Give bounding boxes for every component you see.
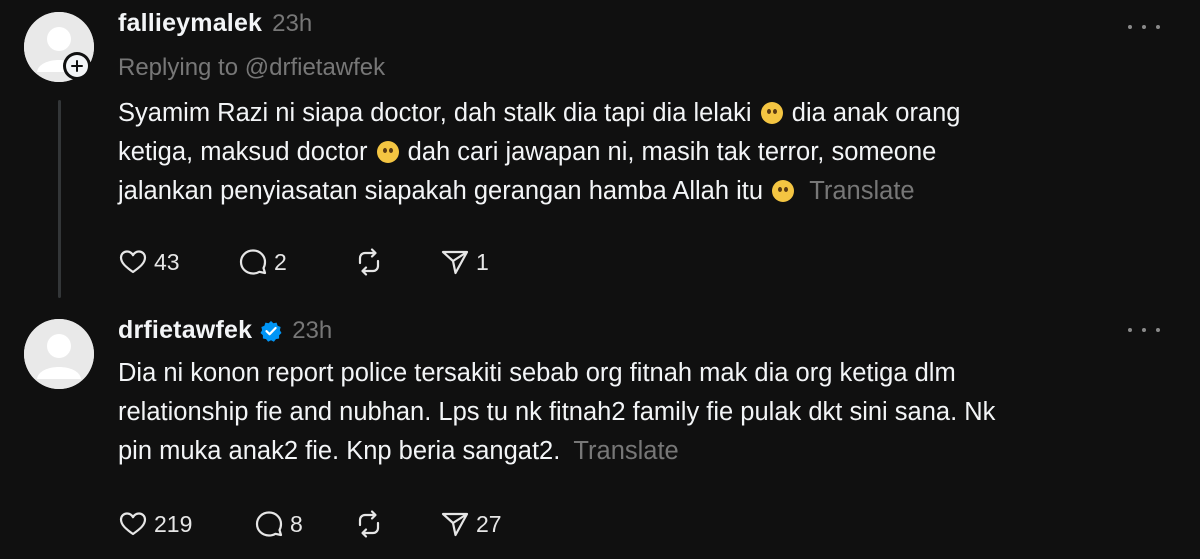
action-bar: 219 8 27 [118,506,530,542]
timestamp[interactable]: 23h [292,317,332,345]
post-text-line: Dia ni konon report police tersakiti seb… [118,359,956,387]
repost-button[interactable] [354,506,440,542]
post-text-segment: ketiga, maksud doctor [118,138,368,166]
post-header: fallieymalek 23h [118,9,312,38]
translate-link[interactable]: Translate [573,437,678,465]
repost-icon [358,510,380,538]
share-button[interactable]: 27 [440,506,530,542]
translate-link[interactable]: Translate [809,177,914,205]
like-count: 43 [154,248,180,275]
repost-icon [358,248,380,276]
more-options-button[interactable] [1128,320,1160,340]
post-text-line: relationship fie and nubhan. Lps tu nk f… [118,398,996,426]
pleading-face-emoji [760,102,783,124]
heart-icon [119,250,147,274]
share-count: 1 [476,248,489,275]
post-text-segment: dia anak orang [791,99,961,127]
send-icon [441,512,469,537]
reply-count: 2 [274,248,287,275]
more-dot-icon [1128,25,1132,29]
action-bar: 43 2 1 [118,244,520,280]
like-count: 219 [154,510,193,537]
reply-button[interactable]: 2 [238,244,354,280]
send-icon [441,250,469,275]
avatar[interactable] [24,319,94,389]
reply-post: fallieymalek 23h Replying to @drfietawfe… [0,0,1200,300]
post-header: drfietawfek 23h [118,316,332,345]
share-count: 27 [476,510,502,537]
post-text-segment: dah cari jawapan ni, masih tak terror, s… [407,138,937,166]
verified-badge-icon [260,320,282,342]
more-dot-icon [1142,25,1146,29]
default-user-icon [24,319,94,389]
comment-icon [239,249,267,275]
like-button[interactable]: 43 [118,244,238,280]
post-text: Syamim Razi ni siapa doctor, dah stalk d… [118,94,1178,211]
post-text-line: pin muka anak2 fie. Knp beria sangat2. [118,437,561,465]
comment-icon [255,511,283,537]
share-button[interactable]: 1 [440,244,520,280]
reply-count: 8 [290,510,303,537]
more-dot-icon [1128,328,1132,332]
username[interactable]: fallieymalek [118,9,262,38]
post-text-segment: jalankan penyiasatan siapakah gerangan h… [118,177,764,205]
repost-button[interactable] [354,244,440,280]
thread-line [58,100,61,298]
reply-button[interactable]: 8 [254,506,354,542]
post-text: Dia ni konon report police tersakiti seb… [118,354,1178,471]
raised-eyebrow-face-emoji [772,180,795,202]
more-dot-icon [1142,328,1146,332]
username[interactable]: drfietawfek [118,316,252,345]
heart-icon [119,512,147,536]
more-options-button[interactable] [1128,17,1160,37]
more-dot-icon [1156,328,1160,332]
plus-icon [71,60,83,72]
post-text-segment: Syamim Razi ni siapa doctor, dah stalk d… [118,99,752,127]
sad-tear-face-emoji [376,141,399,163]
more-dot-icon [1156,25,1160,29]
replying-to-label[interactable]: Replying to @drfietawfek [118,54,385,82]
timestamp[interactable]: 23h [272,10,312,38]
follow-button[interactable] [63,52,91,80]
like-button[interactable]: 219 [118,506,254,542]
